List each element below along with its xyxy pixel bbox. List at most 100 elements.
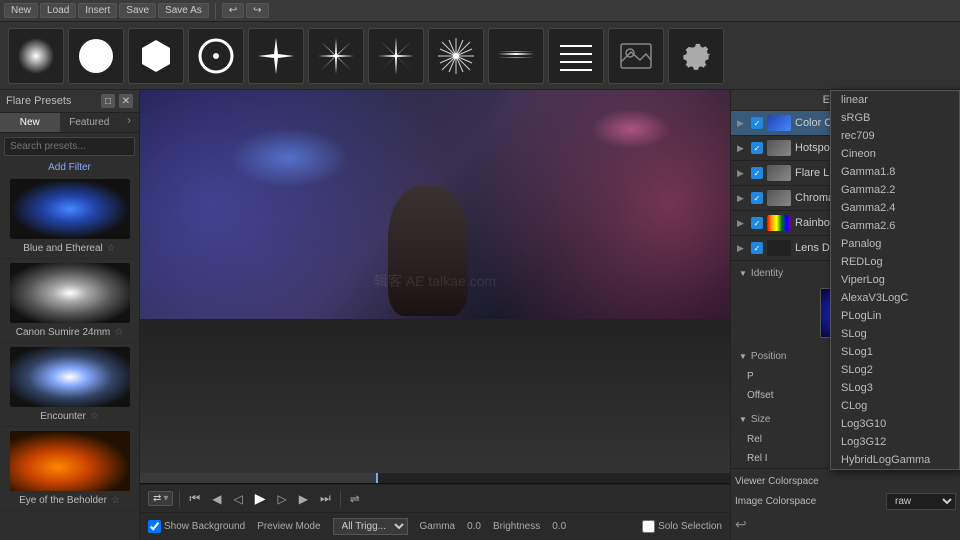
cs-HybridLogGamma[interactable]: HybridLogGamma [831,451,959,469]
redo-button[interactable]: ↪ [246,3,268,18]
viewer-colorspace-row: Viewer Colorspace [735,473,956,490]
show-background-text: Show Background [164,521,245,532]
scrubber-bar[interactable] [140,472,730,484]
cs-SLog[interactable]: SLog [831,325,959,343]
loop-button[interactable]: ⇌ [347,490,363,508]
check-icon-6[interactable]: ✓ [751,242,763,254]
cs-rec709[interactable]: rec709 [831,127,959,145]
brush-sunburst[interactable] [428,28,484,84]
next-button[interactable]: ▷ [274,490,289,508]
undo-button[interactable]: ↩ [222,3,244,18]
pin-icon[interactable]: □ [101,94,115,108]
load-button[interactable]: Load [40,3,76,18]
show-background-checkbox[interactable] [148,520,161,533]
cs-Log3G12[interactable]: Log3G12 [831,433,959,451]
center-preview: 辑客 AE talkae.com ⇄ ▾ ⏮ ◀ ◁ ▶ ▷ ▶ ⏭ ⇌ [140,90,730,540]
new-button[interactable]: New [4,3,38,18]
cs-Gamma22[interactable]: Gamma2.2 [831,181,959,199]
bottom-bar: Show Background Preview Mode All Trigg..… [140,512,730,540]
preview-area[interactable]: 辑客 AE talkae.com [140,90,730,472]
brush-image[interactable] [608,28,664,84]
next-frame-button[interactable]: ▶ [296,490,311,508]
brush-star4[interactable] [248,28,304,84]
cs-SLog2[interactable]: SLog2 [831,361,959,379]
brush-soft-circle[interactable] [8,28,64,84]
prev-button[interactable]: ◁ [230,490,245,508]
cs-ViperLog[interactable]: ViperLog [831,271,959,289]
show-background-label[interactable]: Show Background [148,520,245,533]
preset-item-eye[interactable]: Eye of the Beholder ☆ [0,427,139,511]
solo-selection-text: Solo Selection [658,521,722,532]
transport-dropdown[interactable]: ⇄ ▾ [148,491,173,506]
cs-Gamma18[interactable]: Gamma1.8 [831,163,959,181]
star-icon-eye[interactable]: ☆ [111,495,120,506]
image-colorspace-row: Image Colorspace raw [735,490,956,513]
brush-settings[interactable] [668,28,724,84]
play-button[interactable]: ▶ [252,488,269,509]
tab-new[interactable]: New [0,113,60,132]
gamma-label: Gamma [420,521,456,532]
insert-button[interactable]: Insert [78,3,117,18]
expand-icon: ▶ [737,118,747,129]
close-icon[interactable]: ✕ [119,94,133,108]
cs-linear[interactable]: linear [831,91,959,109]
cs-Gamma26[interactable]: Gamma2.6 [831,217,959,235]
cs-SLog1[interactable]: SLog1 [831,343,959,361]
preset-item-canon[interactable]: Canon Sumire 24mm ☆ [0,259,139,343]
scene-figure [388,186,468,316]
cs-sRGB[interactable]: sRGB [831,109,959,127]
search-input[interactable] [4,137,135,156]
cs-REDLog[interactable]: REDLog [831,253,959,271]
identity-label: Identity [751,268,783,279]
scrubber-fill [140,473,376,483]
brush-lines[interactable] [548,28,604,84]
brush-streaks[interactable] [488,28,544,84]
preview-mode-select[interactable]: All Trigg... [333,518,408,535]
brush-ring[interactable] [188,28,244,84]
preset-item-encounter[interactable]: Encounter ☆ [0,343,139,427]
cs-Panalog[interactable]: Panalog [831,235,959,253]
cs-PLogLin[interactable]: PLogLin [831,307,959,325]
prev-frame-button[interactable]: ◀ [209,490,224,508]
transport-arrow: ▾ [163,493,168,504]
add-filter-button[interactable]: Add Filter [0,160,139,175]
save-as-button[interactable]: Save As [158,3,209,18]
image-colorspace-select[interactable]: raw [886,493,956,510]
cs-Cineon[interactable]: Cineon [831,145,959,163]
brush-hexagon[interactable] [128,28,184,84]
skip-end-button[interactable]: ⏭ [317,489,334,508]
save-button[interactable]: Save [119,3,156,18]
preset-thumb-blue [10,179,130,239]
preset-label-eye: Eye of the Beholder [19,495,107,506]
cs-Log3G10[interactable]: Log3G10 [831,415,959,433]
brush-hard-circle[interactable] [68,28,124,84]
star-icon-blue[interactable]: ☆ [107,243,116,254]
preset-item-blue[interactable]: Blue and Ethereal ☆ [0,175,139,259]
cs-CLog[interactable]: CLog [831,397,959,415]
star-icon-canon[interactable]: ☆ [114,327,123,338]
size-triangle: ▼ [739,415,747,424]
check-icon-2[interactable]: ✓ [751,142,763,154]
position-label: Position [751,351,787,362]
brush-starburst[interactable] [308,28,364,84]
cs-AlexaV3LogC[interactable]: AlexaV3LogC [831,289,959,307]
check-icon[interactable]: ✓ [751,117,763,129]
solo-selection-label[interactable]: Solo Selection [642,520,722,533]
check-icon-3[interactable]: ✓ [751,167,763,179]
solo-selection-checkbox[interactable] [642,520,655,533]
cs-SLog3[interactable]: SLog3 [831,379,959,397]
cs-Gamma24[interactable]: Gamma2.4 [831,199,959,217]
undo-icon[interactable]: ↩ [735,516,747,533]
tab-more-icon[interactable]: › [119,113,139,132]
cs-Protune[interactable]: Protune [831,469,959,470]
brush-starburst2[interactable] [368,28,424,84]
preset-tabs: New Featured › [0,113,139,133]
colorspace-dropdown[interactable]: linear sRGB rec709 Cineon Gamma1.8 Gamma… [830,90,960,470]
star-icon-encounter[interactable]: ☆ [90,411,99,422]
check-icon-4[interactable]: ✓ [751,192,763,204]
check-icon-5[interactable]: ✓ [751,217,763,229]
skip-start-button[interactable]: ⏮ [186,489,203,508]
tab-featured[interactable]: Featured [60,113,120,132]
preset-label-canon: Canon Sumire 24mm [16,327,110,338]
expand-icon-2: ▶ [737,143,747,154]
